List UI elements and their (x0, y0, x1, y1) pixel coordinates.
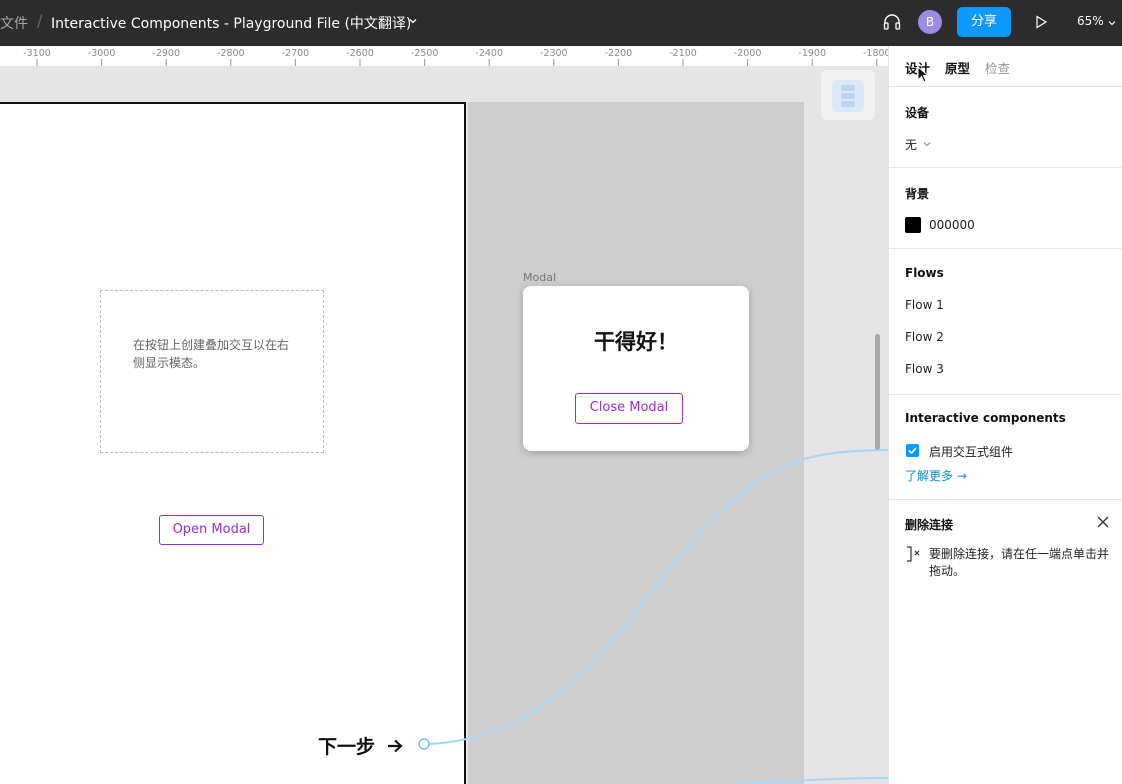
learn-more-link[interactable]: 了解更多 → (905, 467, 967, 484)
properties-panel: 设计 原型 检查 设备 无 背景 000000 Flows Flow 1 Flo… (888, 46, 1122, 784)
zoom-level[interactable]: 65% (1077, 14, 1104, 28)
breadcrumb-parent[interactable]: 文件 (0, 13, 28, 33)
ruler-tick-label: -2800 (217, 48, 245, 59)
close-icon[interactable] (1097, 516, 1109, 528)
ruler-tick-label: -1900 (798, 48, 826, 59)
ruler-tick-label: -2500 (411, 48, 439, 59)
checkmark-icon (908, 447, 917, 455)
play-icon[interactable] (1034, 15, 1048, 29)
headset-icon[interactable] (882, 12, 902, 32)
device-select[interactable]: 无 (905, 136, 917, 153)
ruler-tick-label: -3100 (23, 48, 51, 59)
file-title[interactable]: Interactive Components - Playground File… (51, 13, 411, 33)
ruler-tick-label: -2200 (605, 48, 633, 59)
breadcrumb-separator: / (37, 11, 43, 30)
ruler-tick-label: -2900 (152, 48, 180, 59)
layers-icon (832, 80, 864, 112)
interactive-components-title: Interactive components (905, 411, 1066, 425)
ruler-tick-label: -2000 (734, 48, 762, 59)
share-button[interactable]: 分享 (957, 7, 1011, 37)
background-color-swatch[interactable] (905, 217, 921, 233)
flow-item[interactable]: Flow 1 (905, 298, 944, 312)
ruler-tick-label: -2100 (669, 48, 697, 59)
flow-item[interactable]: Flow 2 (905, 330, 944, 344)
background-color-value[interactable]: 000000 (929, 218, 975, 232)
chevron-down-icon[interactable] (1108, 19, 1116, 27)
horizontal-ruler: -3100 -3000 -2900 -2800 -2700 -2600 -2500 -2400… (0, 46, 888, 67)
chevron-down-icon[interactable] (408, 16, 418, 26)
ruler-tick-label: -2600 (346, 48, 374, 59)
next-step-label: 下一步 (318, 736, 376, 758)
delete-connection-title: 删除连接 (905, 518, 954, 532)
ruler-tick-label: -2400 (475, 48, 503, 59)
arrow-right-icon (388, 739, 403, 753)
canvas[interactable]: 在按钮上创建叠加交互以在右侧显示模态。 Open Modal Modal 干得好… (0, 66, 888, 784)
divider (889, 86, 1122, 87)
flows-section-title: Flows (905, 266, 944, 280)
divider (889, 499, 1122, 500)
top-toolbar: 文件 / Interactive Components - Playground… (0, 0, 1122, 46)
delete-connection-icon (907, 546, 920, 562)
delete-connection-description: 要删除连接，请在任一端点单击并拖动。 (929, 547, 1110, 578)
tab-inspect[interactable]: 检查 (985, 58, 1010, 77)
flow-item[interactable]: Flow 3 (905, 362, 944, 376)
enable-interactive-components-checkbox[interactable] (906, 444, 919, 457)
ruler-tick-label: -2300 (540, 48, 568, 59)
ruler-ticks: -3100 -3000 -2900 -2800 -2700 -2600 -2500 -2400… (23, 48, 888, 66)
divider (889, 394, 1122, 395)
ruler-tick-label: -1800 (863, 48, 888, 59)
vertical-scrollbar[interactable] (875, 334, 880, 450)
divider (889, 167, 1122, 168)
ruler-tick-label: -3000 (88, 48, 116, 59)
connector-endpoint[interactable] (418, 738, 430, 750)
ruler-tick-label: -2700 (282, 48, 310, 59)
layers-widget[interactable] (821, 70, 875, 120)
divider (889, 248, 1122, 249)
avatar[interactable]: B (918, 10, 942, 34)
tab-prototype[interactable]: 原型 (945, 58, 970, 77)
prototype-connector[interactable] (0, 66, 888, 784)
mouse-cursor-icon (917, 66, 929, 83)
chevron-down-icon[interactable] (923, 140, 931, 148)
device-section-title: 设备 (905, 106, 930, 120)
enable-interactive-components-label[interactable]: 启用交互式组件 (929, 443, 1013, 460)
background-section-title: 背景 (905, 187, 930, 201)
